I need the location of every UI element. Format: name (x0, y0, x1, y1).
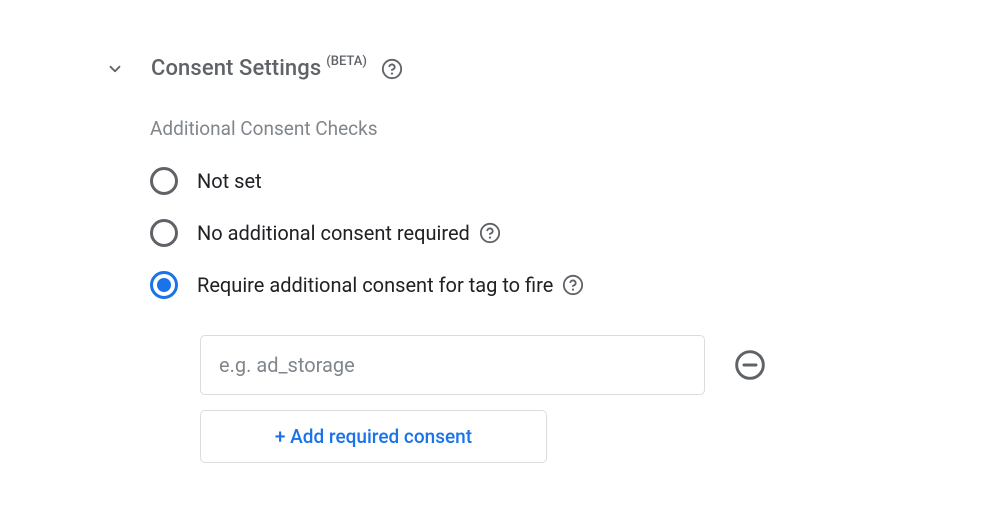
remove-consent-button[interactable] (733, 348, 767, 382)
question-circle-icon (562, 274, 584, 296)
radio-require-additional[interactable] (150, 271, 178, 299)
section-title: Consent Settings (151, 56, 321, 81)
consent-type-input[interactable] (200, 335, 705, 395)
radio-no-additional[interactable] (150, 219, 178, 247)
help-icon[interactable] (381, 58, 403, 80)
question-circle-icon (479, 222, 501, 244)
collapse-toggle[interactable] (103, 57, 127, 81)
help-icon[interactable] (562, 274, 584, 296)
consent-radio-group: Not set No additional consent required R… (150, 155, 1000, 311)
remove-circle-icon (734, 349, 766, 381)
help-icon[interactable] (479, 222, 501, 244)
chevron-down-icon (106, 60, 124, 78)
beta-badge: (BETA) (326, 54, 367, 69)
radio-label-not-set: Not set (197, 169, 262, 193)
radio-label-require-additional: Require additional consent for tag to fi… (197, 273, 553, 297)
question-circle-icon (381, 58, 403, 80)
radio-label-no-additional: No additional consent required (197, 221, 470, 245)
add-required-consent-button[interactable]: + Add required consent (200, 410, 547, 463)
subsection-label: Additional Consent Checks (150, 117, 1000, 140)
radio-not-set[interactable] (150, 167, 178, 195)
